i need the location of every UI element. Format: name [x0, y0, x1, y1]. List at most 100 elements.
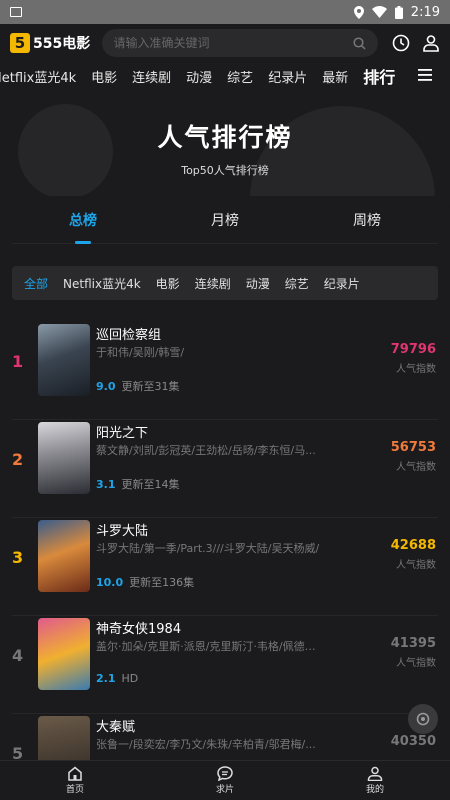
bottom-nav-home[interactable]: 首页: [0, 761, 150, 800]
popularity-label: 人气指数: [396, 560, 436, 571]
item-title[interactable]: 神奇女侠1984: [96, 618, 181, 637]
item-status: HD: [121, 672, 139, 685]
popularity: 56753 人气指数: [391, 440, 436, 473]
search-icon[interactable]: [353, 36, 366, 50]
popularity: 40350: [391, 734, 436, 749]
status-time: 2:19: [410, 4, 440, 20]
nav-item-latest[interactable]: 最新: [322, 67, 348, 86]
gallery-notification-icon: [10, 7, 22, 17]
menu-icon[interactable]: [418, 68, 432, 82]
filter-movies[interactable]: 电影: [156, 275, 180, 292]
rank-number: 4: [12, 646, 24, 665]
popularity-value: 42688: [390, 538, 436, 553]
nav-item-netflix[interactable]: Netflix蓝光4k: [0, 67, 76, 86]
item-meta: 10.0 更新至136集: [96, 574, 194, 590]
search-box[interactable]: [101, 29, 378, 57]
item-title[interactable]: 巡回检察组: [96, 324, 161, 343]
popularity-value: 41395: [390, 636, 436, 651]
ranking-row[interactable]: 2 阳光之下 蔡文静/刘凯/彭冠英/王劲松/岳旸/李东恒/马... 3.1 更新至…: [12, 420, 438, 518]
item-status: 更新至31集: [121, 380, 180, 393]
nav-item-documentary[interactable]: 纪录片: [268, 67, 307, 86]
ranking-row[interactable]: 1 巡回检察组 于和伟/吴刚/韩雪/ 9.0 更新至31集 79796 人气指数: [12, 322, 438, 420]
page-title: 人气排行榜: [157, 123, 293, 152]
item-cast: 斗罗大陆/第一季/Part.3///斗罗大陆/吴天杨威/: [96, 542, 320, 555]
ranking-tabs: 总榜 月榜 周榜: [12, 196, 438, 244]
hero-banner: 人气排行榜 Top50人气排行榜: [0, 90, 450, 205]
ranking-panel: 总榜 月榜 周榜 全部 Netflix蓝光4k 电影 连续剧 动漫 综艺 纪录片…: [0, 196, 450, 760]
popularity-label: 人气指数: [396, 364, 436, 375]
app-header: 5 555电影: [0, 24, 450, 62]
rank-number: 5: [12, 744, 24, 760]
ranking-row[interactable]: 3 斗罗大陆 斗罗大陆/第一季/Part.3///斗罗大陆/吴天杨威/ 10.0…: [12, 518, 438, 616]
poster-image[interactable]: [38, 324, 90, 396]
search-input[interactable]: [113, 36, 353, 50]
popularity-label: 人气指数: [396, 462, 436, 473]
tab-monthly[interactable]: 月榜: [197, 210, 253, 230]
bottom-nav-label: 首页: [65, 785, 84, 795]
item-score: 2.1: [96, 672, 116, 685]
nav-item-variety[interactable]: 综艺: [227, 67, 253, 86]
ranking-row[interactable]: 5 大秦赋 张鲁一/段奕宏/李乃文/朱珠/辛柏青/邬君梅/... 40350: [12, 714, 438, 760]
tab-weekly[interactable]: 周榜: [339, 210, 395, 230]
poster-image[interactable]: [38, 422, 90, 494]
filter-variety[interactable]: 综艺: [285, 275, 309, 292]
chat-icon: [217, 766, 233, 781]
filter-bar: 全部 Netflix蓝光4k 电影 连续剧 动漫 综艺 纪录片: [12, 266, 438, 300]
item-cast: 盖尔·加朵/克里斯·派恩/克里斯汀·韦格/佩德罗·...: [96, 640, 324, 653]
popularity: 79796 人气指数: [391, 342, 436, 375]
user-icon[interactable]: [422, 34, 440, 52]
logo-badge: 5: [10, 33, 30, 53]
bottom-nav: 首页 求片 我的: [0, 760, 450, 800]
item-cast: 于和伟/吴刚/韩雪/: [96, 346, 185, 359]
nav-item-anime[interactable]: 动漫: [186, 67, 212, 86]
popularity-value: 40350: [390, 734, 436, 749]
rank-number: 2: [12, 450, 24, 469]
filter-all[interactable]: 全部: [24, 275, 48, 292]
item-score: 3.1: [96, 478, 116, 491]
bottom-nav-label: 我的: [365, 785, 384, 795]
ranking-row[interactable]: 4 神奇女侠1984 盖尔·加朵/克里斯·派恩/克里斯汀·韦格/佩德罗·... …: [12, 616, 438, 714]
category-nav: Netflix蓝光4k 电影 连续剧 动漫 综艺 纪录片 最新 排行: [0, 62, 450, 90]
page-subtitle: Top50人气排行榜: [181, 164, 269, 177]
history-icon[interactable]: [392, 34, 410, 52]
wifi-icon: [371, 6, 387, 18]
home-icon: [68, 766, 82, 781]
item-status: 更新至14集: [121, 478, 180, 491]
status-bar: 2:19: [0, 0, 450, 24]
ranking-list: 1 巡回检察组 于和伟/吴刚/韩雪/ 9.0 更新至31集 79796 人气指数 …: [0, 322, 450, 760]
location-icon: [353, 5, 364, 19]
app-logo[interactable]: 5 555电影: [10, 33, 96, 53]
bottom-nav-label: 求片: [215, 785, 234, 795]
popularity-value: 56753: [390, 440, 436, 455]
popularity-value: 79796: [390, 342, 436, 357]
nav-item-movies[interactable]: 电影: [91, 67, 117, 86]
floating-settings-button[interactable]: [408, 704, 438, 734]
item-cast: 蔡文静/刘凯/彭冠英/王劲松/岳旸/李东恒/马...: [96, 444, 316, 457]
poster-image[interactable]: [38, 618, 90, 690]
rank-number: 1: [12, 352, 24, 371]
profile-icon: [367, 766, 383, 781]
filter-netflix[interactable]: Netflix蓝光4k: [63, 275, 141, 292]
filter-anime[interactable]: 动漫: [246, 275, 270, 292]
item-title[interactable]: 大秦赋: [96, 716, 135, 735]
item-status: 更新至136集: [129, 576, 195, 589]
bottom-nav-profile[interactable]: 我的: [300, 761, 450, 800]
popularity-label: 人气指数: [396, 658, 436, 669]
popularity: 41395 人气指数: [391, 636, 436, 669]
item-meta: 3.1 更新至14集: [96, 476, 180, 492]
nav-item-series[interactable]: 连续剧: [132, 67, 171, 86]
gear-icon: [416, 712, 430, 726]
tab-overall[interactable]: 总榜: [55, 210, 111, 244]
bottom-nav-request[interactable]: 求片: [150, 761, 300, 800]
filter-documentary[interactable]: 纪录片: [324, 275, 360, 292]
rank-number: 3: [12, 548, 24, 567]
poster-image[interactable]: [38, 520, 90, 592]
poster-image[interactable]: [38, 716, 90, 760]
item-title[interactable]: 斗罗大陆: [96, 520, 148, 539]
item-title[interactable]: 阳光之下: [96, 422, 148, 441]
item-meta: 9.0 更新至31集: [96, 378, 180, 394]
nav-item-ranking[interactable]: 排行: [363, 64, 395, 88]
battery-icon: [394, 5, 403, 19]
filter-series[interactable]: 连续剧: [195, 275, 231, 292]
item-score: 10.0: [96, 576, 124, 589]
